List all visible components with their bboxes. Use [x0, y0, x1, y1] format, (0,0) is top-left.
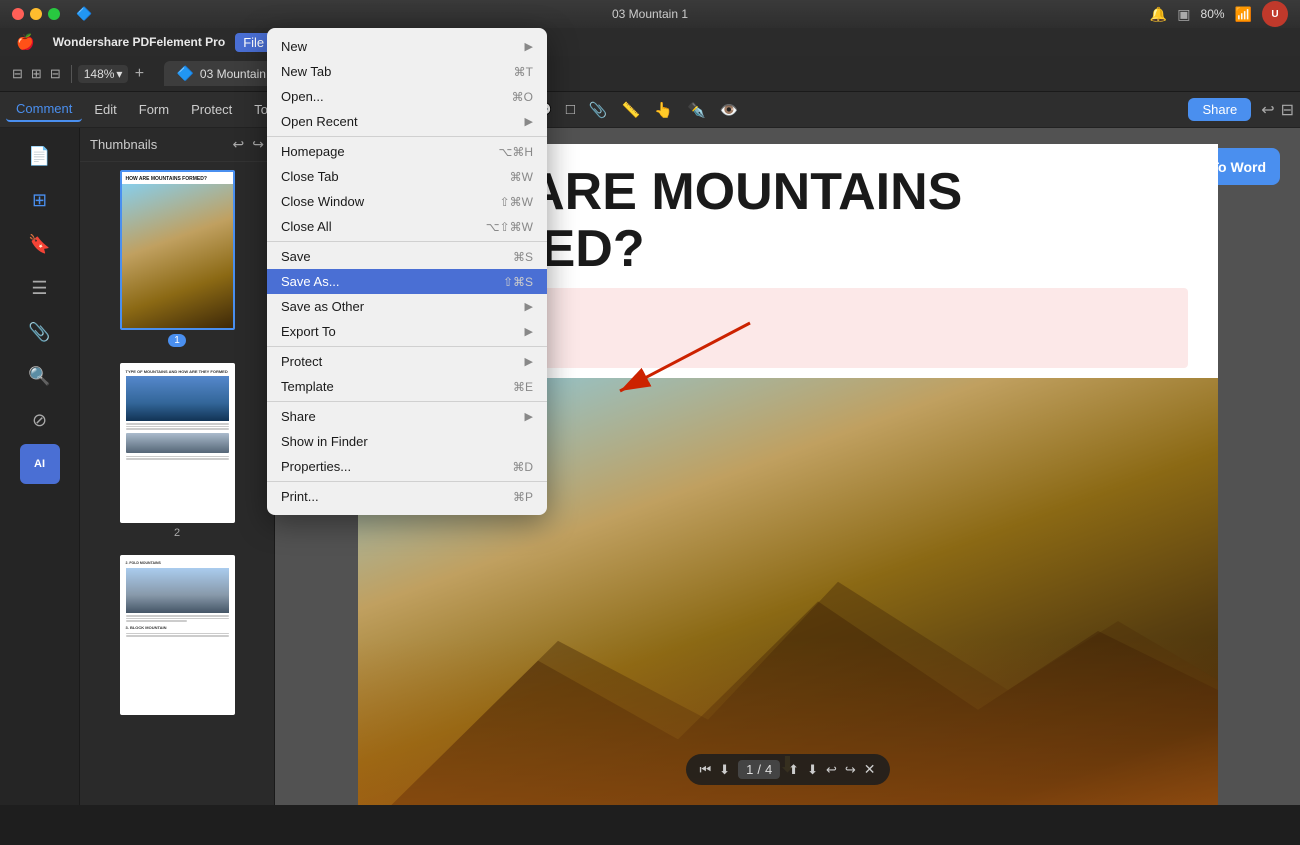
page-2-label: 2 [174, 527, 180, 539]
zoom-label: 148% [84, 67, 115, 81]
menu-item-save-as-other[interactable]: Save as Other ▶ [267, 294, 547, 319]
prev-page-icon[interactable]: ⬇ [719, 762, 730, 778]
battery-label: 80% [1201, 7, 1225, 21]
eye-icon[interactable]: 👁️ [714, 97, 745, 123]
annotation-toolbar: Comment Edit Form Protect Tools Batch ▾ … [0, 92, 1300, 128]
sidebar-toggle-icon[interactable]: ⊟ [12, 66, 23, 82]
menu-item-close-all[interactable]: Close All ⌥⇧⌘W [267, 214, 547, 239]
sidebar-page-icon[interactable]: 📄 [20, 136, 60, 176]
share-button[interactable]: Share [1188, 98, 1251, 121]
menu-item-open-recent[interactable]: Open Recent ▶ [267, 109, 547, 134]
sidebar-bookmark-icon[interactable]: 🔖 [20, 224, 60, 264]
tab-edit[interactable]: Edit [84, 98, 126, 121]
menu-item-save-as[interactable]: Save As... ⇧⌘S [267, 269, 547, 294]
sidebar-thumbnails-icon[interactable]: ⊞ [20, 180, 60, 220]
layout-icon[interactable]: ▣ [1177, 6, 1190, 23]
tab-bar: ⊟ ⊞ ⊟ 148% ▾ + 🔷 03 Mountain 1 [0, 56, 1300, 92]
thumbnail-img-3: 2. FOLD MOUNTAINS 3. BLOCK MOUNTAIN [120, 555, 235, 715]
thumbnails-label: Thumbnails [90, 137, 157, 152]
page-navigation: ⏮ ⬇ 1 / 4 ⬆ ⬇ ↩ ↪ ✕ [685, 754, 889, 785]
total-pages: 4 [765, 762, 772, 777]
grid-view-icon[interactable]: ⊞ [31, 66, 42, 82]
thumbnail-page-2[interactable]: TYPE OF MOUNTAINS AND HOW ARE THEY FORME… [80, 355, 274, 547]
app-icon: 🔷 [76, 6, 92, 22]
menu-item-properties[interactable]: Properties... ⌘D [267, 454, 547, 479]
title-bar: 🔷 03 Mountain 1 🔔 ▣ 80% 📶 U [0, 0, 1300, 28]
user-avatar[interactable]: U [1262, 1, 1288, 27]
menu-bar: 🍎 Wondershare PDFelement Pro File Edit V… [0, 28, 1300, 56]
thumbnail-page-1[interactable]: HOW ARE MOUNTAINS FORMED? 1 [80, 162, 274, 355]
dropdown-container: New ▶ New Tab ⌘T Open... ⌘O Open Recent … [267, 28, 547, 515]
pen-icon[interactable]: ✒️ [681, 97, 712, 123]
maximize-button[interactable] [48, 8, 60, 20]
sidebar-search-icon[interactable]: 🔍 [20, 356, 60, 396]
close-nav-icon[interactable]: ✕ [864, 761, 876, 778]
menu-item-open[interactable]: Open... ⌘O [267, 84, 547, 109]
close-button[interactable] [12, 8, 24, 20]
first-page-icon[interactable]: ⏮ [699, 762, 711, 778]
menu-item-show-in-finder[interactable]: Show in Finder [267, 429, 547, 454]
menu-item-new-tab[interactable]: New Tab ⌘T [267, 59, 547, 84]
thumbnails-header: Thumbnails ↩ ↪ [80, 128, 274, 162]
zoom-control[interactable]: 148% ▾ [78, 65, 129, 83]
notification-icon[interactable]: 🔔 [1150, 6, 1167, 23]
sidebar-layers-icon[interactable]: ⊘ [20, 400, 60, 440]
layout-icon2[interactable]: ⊟ [50, 66, 61, 82]
tab-form[interactable]: Form [129, 98, 179, 121]
app-name-menu[interactable]: Wondershare PDFelement Pro [45, 33, 234, 51]
apple-menu[interactable]: 🍎 [8, 31, 43, 53]
thumbnail-page-3[interactable]: 2. FOLD MOUNTAINS 3. BLOCK MOUNTAIN [80, 547, 274, 727]
minimize-button[interactable] [30, 8, 42, 20]
thumbnail-img-2: TYPE OF MOUNTAINS AND HOW ARE THEY FORME… [120, 363, 235, 523]
file-dropdown-menu: New ▶ New Tab ⌘T Open... ⌘O Open Recent … [267, 28, 547, 515]
page-number-display[interactable]: 1 / 4 [738, 760, 780, 779]
document-title: 03 Mountain 1 [612, 7, 688, 21]
ruler-icon[interactable]: 📏 [616, 97, 647, 123]
menu-item-print[interactable]: Print... ⌘P [267, 484, 547, 509]
tab-protect[interactable]: Protect [181, 98, 242, 121]
tab-label: 03 Mountain 1 [200, 67, 276, 81]
sidebar-attachment-icon[interactable]: 📎 [20, 312, 60, 352]
rotate-left-icon[interactable]: ↩ [233, 136, 245, 153]
rotate-right-icon[interactable]: ↪ [252, 136, 264, 153]
menu-item-close-tab[interactable]: Close Tab ⌘W [267, 164, 547, 189]
thumbnails-panel: Thumbnails ↩ ↪ HOW ARE MOUNTAINS FORMED?… [80, 128, 275, 805]
tab-comment[interactable]: Comment [6, 97, 82, 122]
page-1-badge: 1 [168, 334, 186, 347]
traffic-lights [12, 8, 60, 20]
main-area: 📄 ⊞ 🔖 ☰ 📎 🔍 ⊘ AI Thumbnails ↩ ↪ HOW ARE … [0, 128, 1300, 805]
sidebar-ai-icon[interactable]: AI [20, 444, 60, 484]
undo-page-icon[interactable]: ↩ [826, 762, 837, 778]
layout-panel-icon[interactable]: ⊟ [1281, 100, 1294, 120]
stamp-icon[interactable]: 👆 [648, 97, 679, 123]
menu-item-protect[interactable]: Protect ▶ [267, 349, 547, 374]
menu-item-new[interactable]: New ▶ [267, 34, 547, 59]
menu-item-homepage[interactable]: Homepage ⌥⌘H [267, 139, 547, 164]
redo-page-icon[interactable]: ↪ [845, 762, 856, 778]
page-separator: / [757, 762, 761, 777]
current-page: 1 [746, 762, 753, 777]
menu-item-close-window[interactable]: Close Window ⇧⌘W [267, 189, 547, 214]
zoom-chevron: ▾ [116, 67, 122, 81]
menu-item-template[interactable]: Template ⌘E [267, 374, 547, 399]
tab-icon: 🔷 [176, 65, 193, 82]
undo-icon[interactable]: ↩ [1261, 100, 1274, 120]
attachment-icon[interactable]: 📎 [583, 97, 614, 123]
menu-item-export-to[interactable]: Export To ▶ [267, 319, 547, 344]
menu-item-save[interactable]: Save ⌘S [267, 244, 547, 269]
wifi-icon: 📶 [1235, 6, 1252, 23]
last-page-icon[interactable]: ⬇ [807, 762, 818, 778]
sidebar: 📄 ⊞ 🔖 ☰ 📎 🔍 ⊘ AI [0, 128, 80, 805]
next-page-icon[interactable]: ⬆ [788, 762, 799, 778]
thumbnail-img-1: HOW ARE MOUNTAINS FORMED? [120, 170, 235, 330]
zoom-add-icon[interactable]: + [128, 63, 150, 85]
shape-icon[interactable]: □ [560, 97, 581, 122]
menu-item-share[interactable]: Share ▶ [267, 404, 547, 429]
sidebar-comment-icon[interactable]: ☰ [20, 268, 60, 308]
